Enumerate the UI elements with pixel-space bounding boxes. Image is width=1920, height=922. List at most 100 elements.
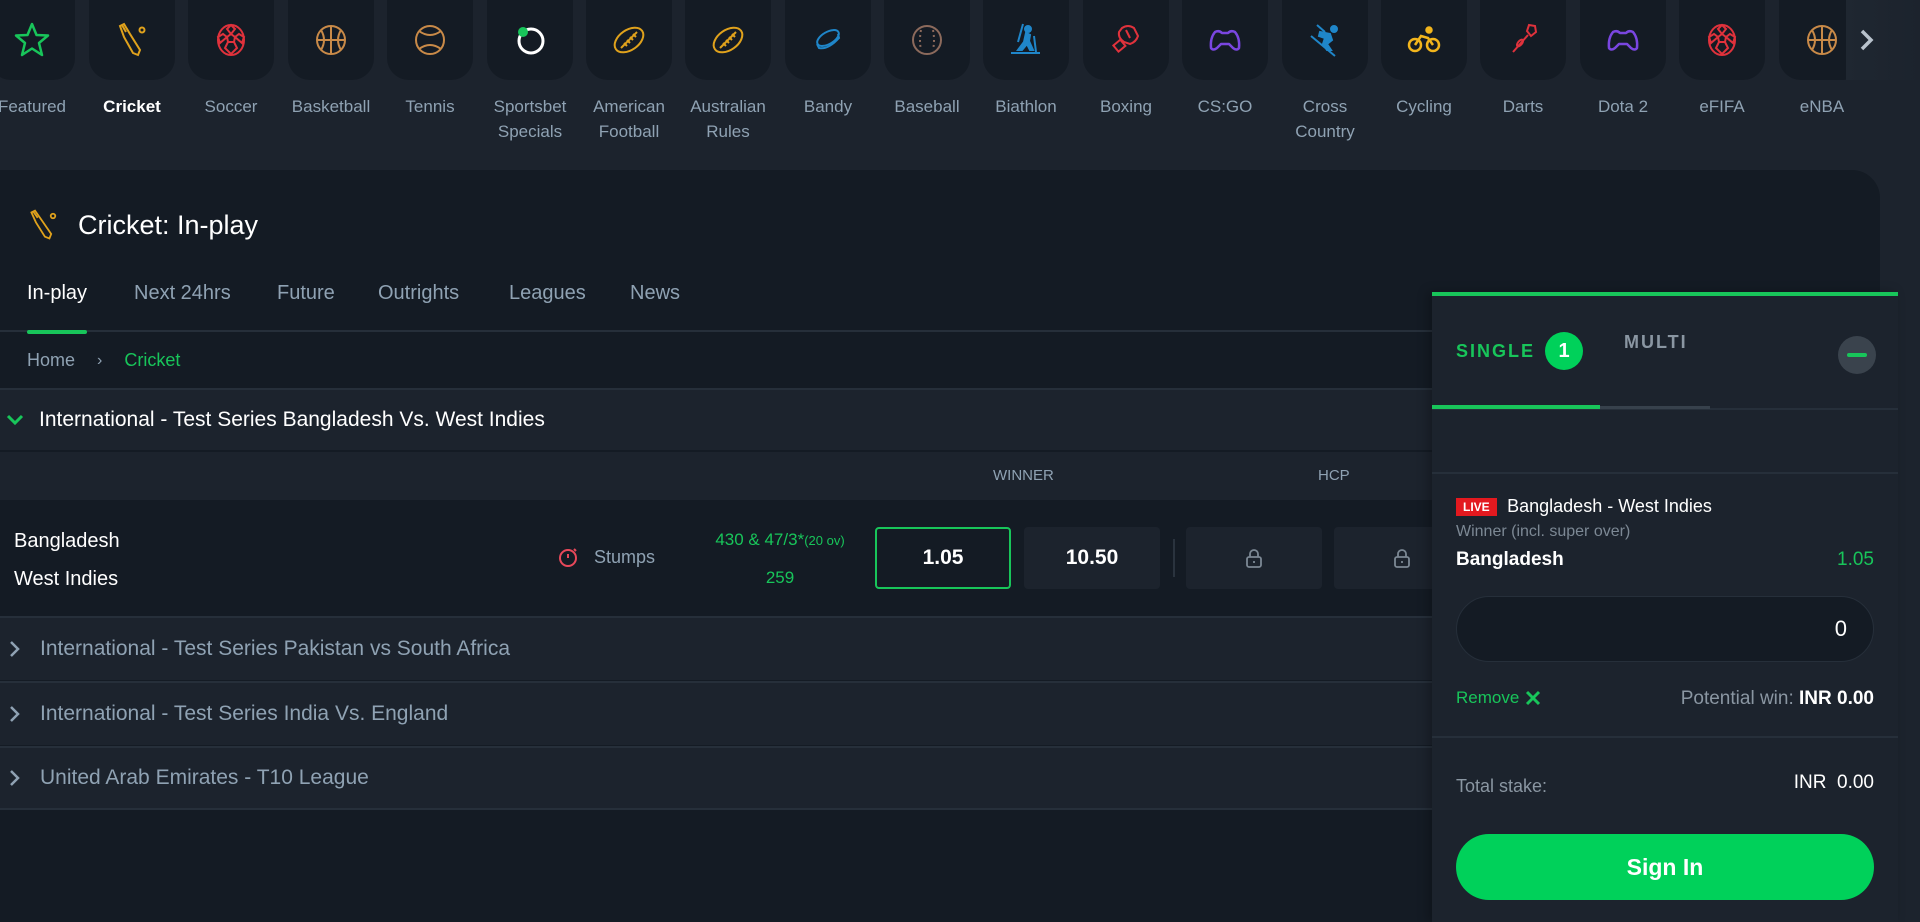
odds-button-home[interactable]: 1.05 <box>875 527 1011 589</box>
betslip-tab-single-label: SINGLE <box>1456 340 1536 361</box>
tab-future[interactable]: Future <box>277 282 335 332</box>
betslip-spacer <box>1432 410 1898 474</box>
lock-icon <box>1246 549 1262 568</box>
league-header-collapsed[interactable]: United Arab Emirates - T10 League <box>0 746 1440 810</box>
sport-cricket[interactable]: Cricket <box>88 0 176 119</box>
betslip-event: Bangladesh - West Indies <box>1507 496 1712 516</box>
betslip-pick: Bangladesh <box>1456 549 1564 570</box>
tab-bar: In-play Next 24hrs Future Outrights Leag… <box>0 270 1440 334</box>
betslip-count-badge: 1 <box>1545 332 1584 370</box>
sport-efifa[interactable]: eFIFA <box>1678 0 1766 119</box>
boxing-icon <box>1111 25 1140 54</box>
betslip-collapse-button[interactable] <box>1838 336 1876 374</box>
basketball-icon <box>316 25 346 55</box>
sport-csgo[interactable]: CS:GO <box>1181 0 1269 119</box>
sport-cross-country[interactable]: Cross Country <box>1281 0 1369 144</box>
sport-tennis[interactable]: Tennis <box>386 0 474 119</box>
sport-dota-2[interactable]: Dota 2 <box>1579 0 1667 119</box>
potential-win-label: Potential win: <box>1680 688 1794 709</box>
sport-australian-rules[interactable]: Australian Rules <box>684 0 772 144</box>
match-status: Stumps <box>556 545 655 569</box>
breadcrumb-home[interactable]: Home <box>27 350 75 371</box>
chevron-down-icon <box>6 414 24 426</box>
league-name: United Arab Emirates - T10 League <box>40 766 369 789</box>
gamepad-icon <box>1607 29 1639 51</box>
gamepad-icon <box>1209 29 1241 51</box>
sign-in-button[interactable]: Sign In <box>1456 834 1874 900</box>
sports-scroll-right-button[interactable] <box>1846 0 1920 80</box>
lock-icon <box>1394 549 1410 568</box>
cycling-icon <box>1407 26 1441 53</box>
betslip-selection: LIVE Bangladesh - West Indies Winner (in… <box>1456 496 1874 571</box>
tennis-icon <box>415 25 445 55</box>
live-badge: LIVE <box>1456 497 1497 516</box>
chevron-right-icon <box>10 641 20 657</box>
odds-button-away[interactable]: 10.50 <box>1024 527 1160 589</box>
remove-selection-button[interactable]: Remove <box>1456 688 1541 708</box>
soccer-icon <box>216 23 246 56</box>
active-tab-indicator <box>1432 405 1600 409</box>
total-stake-value: INR 0.00 <box>1793 772 1874 793</box>
chevron-right-icon <box>10 770 20 786</box>
tab-indicator-track <box>1600 406 1710 409</box>
darts-icon <box>1512 23 1538 53</box>
sport-featured[interactable]: Featured <box>0 0 76 119</box>
league-header-collapsed[interactable]: International - Test Series Pakistan vs … <box>0 616 1440 680</box>
potential-win-value: INR 0.00 <box>1799 688 1874 709</box>
tab-outrights[interactable]: Outrights <box>378 282 459 332</box>
score-away: 259 <box>765 568 795 587</box>
sport-american-football[interactable]: American Football <box>585 0 673 144</box>
betslip-tab-multi[interactable]: MULTI <box>1624 332 1688 353</box>
tab-leagues[interactable]: Leagues <box>509 282 586 332</box>
tab-in-play[interactable]: In-play <box>27 282 88 334</box>
baseball-icon <box>912 25 942 55</box>
market-headers: WINNER HCP <box>0 452 1440 500</box>
total-stake-label: Total stake: <box>1456 776 1548 796</box>
page-header: Cricket: In-play <box>26 207 258 243</box>
breadcrumb-current[interactable]: Cricket <box>124 350 180 371</box>
chevron-right-icon <box>1860 29 1874 51</box>
sport-sportsbet-specials[interactable]: Sportsbet Specials <box>486 0 574 144</box>
minus-icon <box>1847 353 1867 357</box>
stopwatch-icon <box>559 548 577 567</box>
page-title: Cricket: In-play <box>78 209 259 240</box>
chevron-right-icon: › <box>97 351 103 369</box>
match-row[interactable]: Bangladesh West Indies Stumps 430 & 47/3… <box>0 500 1470 614</box>
league-name: International - Test Series Pakistan vs … <box>40 637 511 660</box>
odds-divider <box>1173 539 1175 577</box>
biathlon-icon <box>1011 23 1040 54</box>
american-football-icon <box>613 26 645 54</box>
stake-input[interactable] <box>1456 596 1874 662</box>
soccer-icon <box>1707 23 1737 56</box>
league-header-expanded[interactable]: International - Test Series Bangladesh V… <box>0 388 1440 450</box>
sports-bar: Featured Cricket Soccer Basketball Tenni… <box>0 0 1920 160</box>
betslip-tabs: SINGLE 1 MULTI <box>1432 296 1898 410</box>
score-home-overs: (20 ov) <box>804 533 845 548</box>
tab-news[interactable]: News <box>630 282 680 332</box>
odds-button-locked <box>1186 527 1322 589</box>
sport-boxing[interactable]: Boxing <box>1082 0 1170 119</box>
specials-icon <box>517 27 545 55</box>
sport-bandy[interactable]: Bandy <box>784 0 872 119</box>
breadcrumb: Home › Cricket <box>27 350 180 371</box>
sport-baseball[interactable]: Baseball <box>883 0 971 119</box>
sport-cycling[interactable]: Cycling <box>1380 0 1468 119</box>
potential-win: Potential win: INR 0.00 <box>1681 688 1874 710</box>
bandy-icon <box>816 29 841 50</box>
cricket-icon <box>118 22 146 57</box>
team-away: West Indies <box>14 568 119 590</box>
market-header-hcp: HCP <box>1318 467 1350 484</box>
tab-next-24hrs[interactable]: Next 24hrs <box>134 282 231 332</box>
team-home: Bangladesh <box>14 530 120 552</box>
sport-biathlon[interactable]: Biathlon <box>982 0 1070 119</box>
sport-soccer[interactable]: Soccer <box>187 0 275 119</box>
sport-darts[interactable]: Darts <box>1479 0 1567 119</box>
sport-basketball[interactable]: Basketball <box>287 0 375 119</box>
star-icon <box>14 22 50 57</box>
cross-country-icon <box>1310 24 1338 57</box>
betslip-tab-single[interactable]: SINGLE 1 <box>1456 332 1584 370</box>
score-home: 430 & 47/3*(20 ov) <box>690 530 870 550</box>
betslip-market: Winner (incl. super over) <box>1456 523 1631 540</box>
league-header-collapsed[interactable]: International - Test Series India Vs. En… <box>0 681 1440 745</box>
remove-label: Remove <box>1456 688 1520 707</box>
